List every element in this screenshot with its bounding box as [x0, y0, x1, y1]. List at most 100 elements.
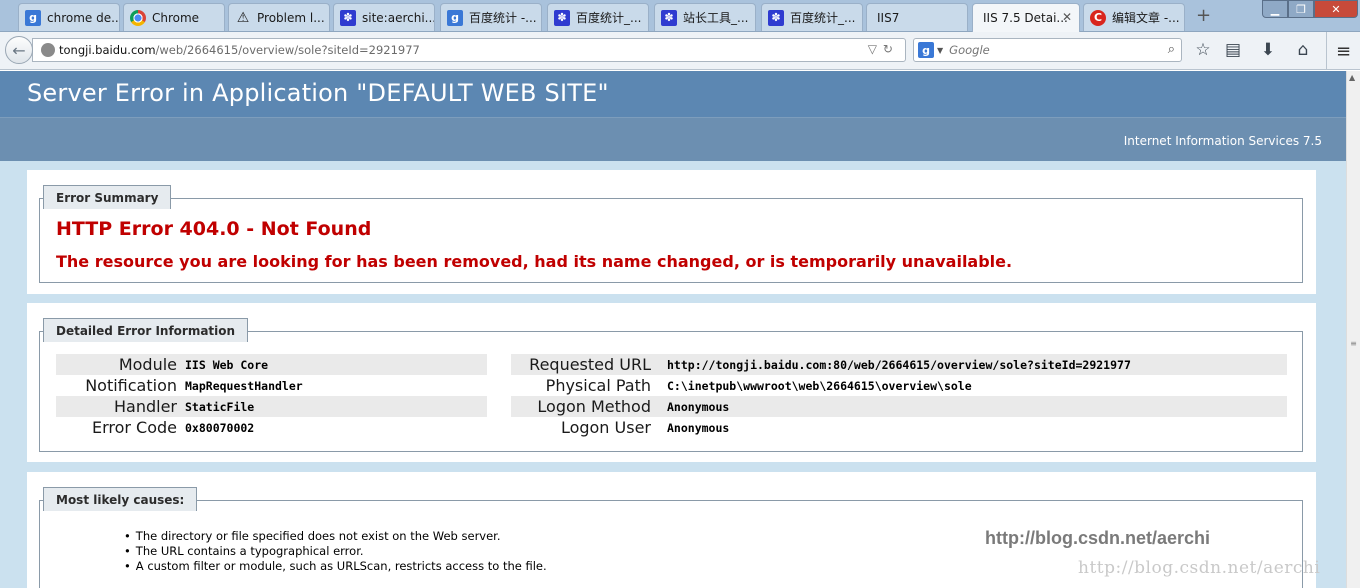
window-close-icon[interactable]: ✕	[1314, 0, 1358, 18]
detail-value: StaticFile	[185, 399, 255, 414]
reload-icon[interactable]: ▽↻	[868, 42, 899, 56]
detail-row-handler: Handler StaticFile	[56, 396, 487, 417]
tab-baidu-tongji-3[interactable]: ✽ 百度统计_...	[761, 3, 863, 31]
google-search-engine-icon[interactable]: g	[918, 42, 934, 58]
baidu-paw-icon: ✽	[661, 9, 677, 26]
tab-label: Problem l...	[257, 10, 325, 25]
detail-row-logon-method: Logon Method Anonymous	[511, 396, 1287, 417]
close-icon[interactable]: ✕	[1062, 10, 1072, 24]
detail-value: IIS Web Core	[185, 357, 269, 372]
detail-row-requested-url: Requested URL http://tongji.baidu.com:80…	[511, 354, 1287, 375]
page-title: Server Error in Application "DEFAULT WEB…	[27, 79, 609, 107]
detail-label: Notification	[85, 376, 177, 395]
tab-label: Chrome	[152, 10, 200, 25]
navigation-bar: tongji.baidu.com/web/2664615/overview/so…	[0, 32, 1360, 70]
detail-row-physical-path: Physical Path C:\inetpub\wwwroot\web\266…	[511, 375, 1287, 396]
google-icon: g	[25, 9, 41, 26]
downloads-icon[interactable]: ⬇	[1257, 40, 1279, 60]
server-banner: Internet Information Services 7.5	[0, 117, 1346, 161]
bookmark-star-icon[interactable]: ☆	[1192, 40, 1214, 60]
site-identity-icon	[41, 43, 55, 57]
bookmarks-list-icon[interactable]: ▤	[1222, 40, 1244, 60]
search-input[interactable]	[949, 43, 1150, 57]
detail-value: MapRequestHandler	[185, 378, 303, 393]
watermark-faint: http://blog.csdn.net/aerchi	[1078, 558, 1321, 578]
error-header: Server Error in Application "DEFAULT WEB…	[0, 71, 1346, 117]
tab-csdn-edit[interactable]: C 编辑文章 -...	[1083, 3, 1185, 31]
tab-label: 百度统计_...	[790, 11, 856, 25]
list-item: The URL contains a typographical error.	[124, 544, 547, 559]
detail-label: Error Code	[91, 418, 177, 437]
watermark-blog-url: http://blog.csdn.net/aerchi	[985, 528, 1211, 548]
scroll-up-icon[interactable]: ▲	[1349, 73, 1355, 82]
vertical-scrollbar[interactable]: ▲ ≡	[1346, 71, 1360, 588]
detail-value: Anonymous	[667, 420, 730, 435]
new-tab-icon[interactable]: +	[1196, 5, 1211, 26]
maximize-icon[interactable]: ❐	[1288, 0, 1314, 18]
minimize-icon[interactable]: ▁	[1262, 0, 1288, 18]
tab-label: site:aerchi....	[362, 10, 434, 25]
address-bar[interactable]: tongji.baidu.com/web/2664615/overview/so…	[32, 38, 906, 62]
list-item: A custom filter or module, such as URLSc…	[124, 559, 547, 574]
detail-value: C:\inetpub\wwwroot\web\2664615\overview\…	[667, 378, 972, 393]
search-icon[interactable]: ⌕	[1168, 42, 1175, 57]
detail-label: Handler	[114, 397, 177, 416]
tab-site-aerchi[interactable]: ✽ site:aerchi....	[333, 3, 435, 31]
tab-label: IIS7	[877, 10, 900, 25]
detail-value: Anonymous	[667, 399, 730, 414]
detail-value: 0x80070002	[185, 420, 255, 435]
tab-iis7[interactable]: IIS7	[866, 3, 968, 31]
detail-label: Requested URL	[529, 355, 651, 374]
warning-icon: ⚠	[236, 9, 250, 26]
tab-chrome[interactable]: Chrome	[123, 3, 225, 31]
menu-icon[interactable]: ≡	[1326, 32, 1360, 70]
detail-label: Logon Method	[537, 397, 651, 416]
detail-row-logon-user: Logon User Anonymous	[511, 417, 1287, 438]
detail-row-module: Module IIS Web Core	[56, 354, 487, 375]
detail-label: Module	[118, 355, 177, 374]
chrome-icon	[130, 9, 146, 26]
tab-label: chrome de...	[47, 10, 119, 25]
causes-list: The directory or file specified does not…	[124, 529, 547, 574]
tab-baidu-tongji-2[interactable]: ✽ 百度统计_...	[547, 3, 649, 31]
detailed-error-legend: Detailed Error Information	[43, 318, 249, 342]
tab-label: IIS 7.5 Detai...	[983, 11, 1068, 25]
tab-label: 百度统计 -...	[469, 11, 537, 25]
home-icon[interactable]: ⌂	[1292, 40, 1314, 60]
error-summary-legend: Error Summary	[43, 185, 172, 209]
tab-chrome-de[interactable]: g chrome de...	[18, 3, 120, 31]
tab-baidu-tongji-1[interactable]: g 百度统计 -...	[440, 3, 542, 31]
detail-label: Physical Path	[545, 376, 651, 395]
tab-label: 百度统计_...	[576, 11, 642, 25]
tab-label: 站长工具_...	[683, 11, 749, 25]
back-arrow-icon: ←	[12, 40, 26, 60]
search-box[interactable]: g ▼ ⌕	[913, 38, 1182, 62]
error-summary-panel: Error Summary HTTP Error 404.0 - Not Fou…	[27, 170, 1316, 294]
tab-label: 编辑文章 -...	[1112, 11, 1180, 25]
baidu-paw-icon: ✽	[768, 9, 784, 26]
detailed-error-panel: Detailed Error Information Module IIS We…	[27, 303, 1316, 462]
error-title: HTTP Error 404.0 - Not Found	[56, 218, 372, 240]
dropdown-icon[interactable]: ▼	[937, 46, 943, 55]
causes-legend: Most likely causes:	[43, 487, 198, 511]
google-icon: g	[447, 9, 463, 26]
tab-zhanzhang[interactable]: ✽ 站长工具_...	[654, 3, 756, 31]
baidu-paw-icon: ✽	[554, 9, 570, 26]
baidu-paw-icon: ✽	[340, 9, 356, 26]
csdn-icon: C	[1090, 9, 1106, 26]
url-path: /web/2664615/overview/sole?siteId=292197…	[155, 43, 420, 57]
detail-row-notification: Notification MapRequestHandler	[56, 375, 487, 396]
server-name: Internet Information Services 7.5	[1123, 134, 1322, 148]
detail-row-error-code: Error Code 0x80070002	[56, 417, 487, 438]
tab-iis-detailed-error[interactable]: IIS 7.5 Detai... ✕	[972, 3, 1080, 32]
tab-strip: g chrome de... Chrome ⚠ Problem l... ✽ s…	[0, 0, 1360, 32]
tab-problem[interactable]: ⚠ Problem l...	[228, 3, 330, 31]
page-content: Server Error in Application "DEFAULT WEB…	[0, 71, 1346, 588]
url-host: tongji.baidu.com	[59, 43, 156, 57]
scroll-thumb[interactable]: ≡	[1349, 339, 1358, 359]
list-item: The directory or file specified does not…	[124, 529, 547, 544]
error-description: The resource you are looking for has bee…	[56, 252, 1013, 271]
back-button[interactable]: ←	[5, 36, 33, 64]
detail-value: http://tongji.baidu.com:80/web/2664615/o…	[667, 357, 1131, 372]
detail-label: Logon User	[560, 418, 651, 437]
